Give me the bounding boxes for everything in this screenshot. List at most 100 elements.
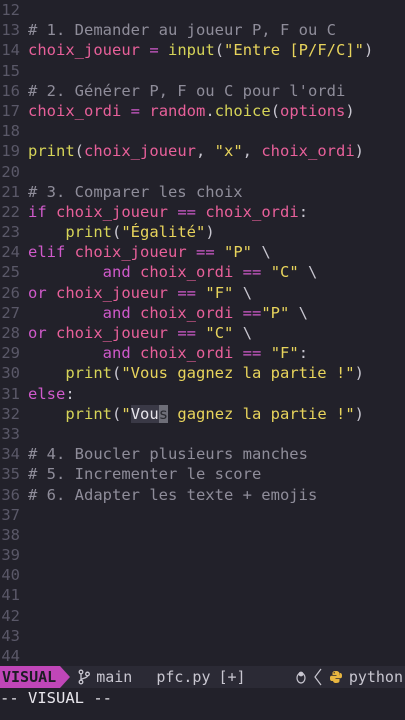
code-token: ) xyxy=(205,223,215,242)
code-token: # 6. Adapter les texte + emojis xyxy=(28,485,318,504)
code-token: or xyxy=(28,283,47,302)
line-code[interactable]: print("Vous gagnez la partie !") xyxy=(28,364,364,382)
code-line[interactable]: 40 xyxy=(0,565,405,585)
line-code[interactable]: # 1. Demander au joueur P, F ou C xyxy=(28,21,336,39)
code-token: \ xyxy=(233,324,253,342)
line-code[interactable]: and choix_ordi == "F": xyxy=(28,344,308,362)
code-token: choix_joueur xyxy=(56,324,168,342)
code-token: "P" xyxy=(224,243,253,262)
code-line[interactable]: 26 or choix_joueur == "F" \ xyxy=(0,283,405,303)
code-token: == xyxy=(242,303,262,322)
code-line[interactable]: 24 elif choix_joueur == "P" \ xyxy=(0,242,405,262)
code-line[interactable]: 38 xyxy=(0,525,405,545)
code-token: print xyxy=(65,364,112,383)
line-number: 19 xyxy=(1,142,20,161)
code-line[interactable]: 14 choix_joueur = input("Entre [P/F/C]") xyxy=(0,40,405,60)
code-line[interactable]: 28 or choix_joueur == "C" \ xyxy=(0,323,405,343)
line-number: 44 xyxy=(1,647,20,665)
code-token: # 2. Générer P, F ou C pour l'ordi xyxy=(28,81,346,100)
code-token: choix_ordi xyxy=(140,263,234,282)
code-line[interactable]: 23 print("Égalité") xyxy=(0,222,405,242)
line-code[interactable]: print("Vous gagnez la partie !") xyxy=(28,404,364,423)
code-token: gagnez la partie !" xyxy=(168,404,355,423)
code-line[interactable]: 37 xyxy=(0,505,405,525)
editor-lines[interactable]: 12 13 # 1. Demander au joueur P, F ou C 14 c… xyxy=(0,0,405,666)
code-line[interactable]: 18 xyxy=(0,121,405,141)
code-token: "x" xyxy=(214,142,243,161)
code-line[interactable]: 25 and choix_ordi == "C" \ xyxy=(0,262,405,282)
line-code[interactable]: # 6. Adapter les texte + emojis xyxy=(28,486,317,504)
line-number: 38 xyxy=(1,525,20,544)
line-code[interactable]: # 5. Incrementer le score xyxy=(28,465,261,483)
line-number: 41 xyxy=(1,586,20,605)
code-line[interactable]: 42 xyxy=(0,606,405,626)
line-number: 16 xyxy=(1,81,20,100)
code-line[interactable]: 33 xyxy=(0,424,405,444)
line-code[interactable]: or choix_joueur == "C" \ xyxy=(28,324,252,342)
line-code[interactable]: and choix_ordi == "C" \ xyxy=(28,263,318,282)
code-line[interactable]: 35 # 5. Incrementer le score xyxy=(0,464,405,484)
line-number: 31 xyxy=(1,384,20,403)
line-code[interactable]: # 4. Boucler plusieurs manches xyxy=(28,445,308,463)
line-code[interactable]: else: xyxy=(28,385,75,403)
line-code[interactable]: choix_joueur = input("Entre [P/F/C]") xyxy=(28,41,373,59)
code-line[interactable]: 41 xyxy=(0,585,405,605)
file-type: python xyxy=(348,668,403,686)
code-token: . xyxy=(205,101,215,120)
line-code[interactable]: print("Égalité") xyxy=(28,223,215,242)
code-line[interactable]: 15 xyxy=(0,61,405,81)
code-token: ( xyxy=(270,101,281,120)
code-line[interactable]: 29 and choix_ordi == "F": xyxy=(0,343,405,363)
line-number: 18 xyxy=(1,122,20,141)
line-code[interactable]: elif choix_joueur == "P" \ xyxy=(28,243,271,261)
line-code[interactable]: # 2. Générer P, F ou C pour l'ordi xyxy=(28,82,345,100)
code-line[interactable]: 44 xyxy=(0,646,405,666)
line-number: 36 xyxy=(1,485,20,504)
code-token: "P" xyxy=(261,303,290,322)
code-line[interactable]: 30 print("Vous gagnez la partie !") xyxy=(0,363,405,383)
code-line[interactable]: 36 # 6. Adapter les texte + emojis xyxy=(0,485,405,505)
code-line[interactable]: 27 and choix_ordi =="P" \ xyxy=(0,303,405,323)
git-branch-icon xyxy=(78,669,91,685)
chevron-left-icon xyxy=(314,668,322,686)
code-line[interactable]: 21 # 3. Comparer les choix xyxy=(0,182,405,202)
code-token: "F" xyxy=(270,344,299,363)
code-line[interactable]: 12 xyxy=(0,0,405,20)
code-token: "Entre [P/F/C]" xyxy=(224,41,365,60)
code-line[interactable]: 31 else: xyxy=(0,384,405,404)
code-line[interactable]: 22 if choix_joueur == choix_ordi: xyxy=(0,202,405,222)
code-token: or xyxy=(28,324,47,342)
line-code[interactable]: choix_ordi = random.choice(options) xyxy=(28,102,355,120)
code-token: = xyxy=(130,101,141,120)
command-line[interactable]: -- VISUAL -- xyxy=(0,688,405,708)
code-line[interactable]: 32 print("Vous gagnez la partie !") xyxy=(0,404,405,424)
line-code[interactable]: print(choix_joueur, "x", choix_ordi) xyxy=(28,142,364,160)
code-line[interactable]: 13 # 1. Demander au joueur P, F ou C xyxy=(0,20,405,40)
code-line[interactable]: 34 # 4. Boucler plusieurs manches xyxy=(0,444,405,464)
code-token: else xyxy=(28,384,66,403)
line-code[interactable]: # 3. Comparer les choix xyxy=(28,183,243,201)
code-token: "C" xyxy=(270,263,299,282)
code-token: == xyxy=(177,202,197,221)
line-code[interactable]: and choix_ordi =="P" \ xyxy=(28,304,308,322)
line-code[interactable]: if choix_joueur == choix_ordi: xyxy=(28,203,308,221)
code-line[interactable]: 16 # 2. Générer P, F ou C pour l'ordi xyxy=(0,81,405,101)
code-line[interactable]: 39 xyxy=(0,545,405,565)
code-token: choix_joueur xyxy=(74,243,187,262)
code-editor[interactable]: 12 13 # 1. Demander au joueur P, F ou C 14 c… xyxy=(0,0,405,720)
code-line[interactable]: 20 xyxy=(0,162,405,182)
code-line[interactable]: 19 print(choix_joueur, "x", choix_ordi) xyxy=(0,141,405,161)
code-line[interactable]: 17 choix_ordi = random.choice(options) xyxy=(0,101,405,121)
code-token: choice xyxy=(214,101,271,120)
code-token: ( xyxy=(112,223,122,242)
code-line[interactable]: 43 xyxy=(0,626,405,646)
line-code[interactable]: or choix_joueur == "F" \ xyxy=(28,284,252,302)
